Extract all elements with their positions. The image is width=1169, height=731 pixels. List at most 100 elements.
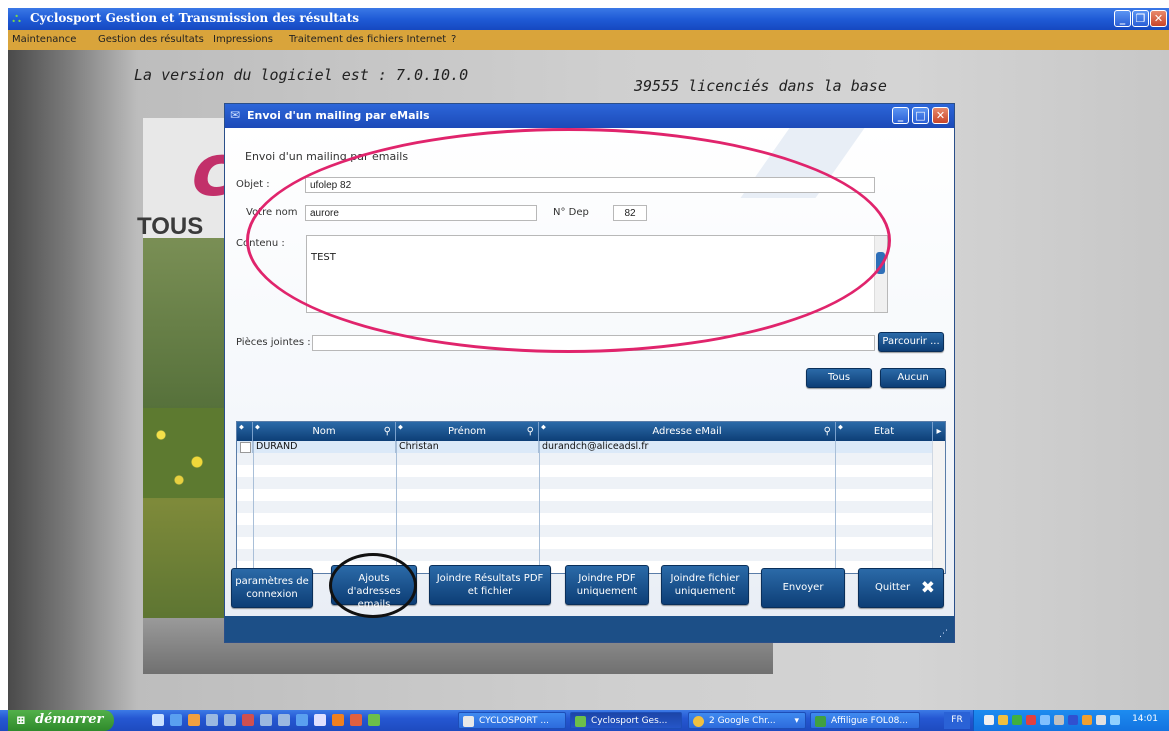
table-row-empty	[237, 465, 937, 477]
menu-maintenance[interactable]: Maintenance	[12, 34, 76, 45]
table-row-empty	[237, 537, 937, 549]
btn-line: connexion	[246, 589, 298, 600]
network-icon[interactable]	[1040, 715, 1050, 725]
cyclist-icon[interactable]	[368, 714, 380, 726]
cell-nom: DURAND	[253, 441, 396, 453]
btn-line: Joindre PDF	[578, 573, 636, 584]
table-row-empty	[237, 549, 937, 561]
resize-grip-icon[interactable]: ⋰	[939, 629, 948, 639]
dialog-titlebar: ✉ Envoi d'un mailing par eMails _ □ ✕	[225, 104, 954, 128]
quicklaunch-icon[interactable]	[260, 714, 272, 726]
quicklaunch-icon[interactable]	[224, 714, 236, 726]
quicklaunch-icon[interactable]	[206, 714, 218, 726]
parcourir-button[interactable]: Parcourir ...	[878, 332, 944, 352]
menu-gestion-resultats[interactable]: Gestion des résultats	[98, 34, 204, 45]
row-checkbox[interactable]	[237, 441, 253, 453]
background-word: TOUS	[137, 213, 204, 240]
btn-line: Joindre Résultats PDF	[436, 573, 544, 584]
table-row-empty	[237, 477, 937, 489]
tray-icon[interactable]	[1012, 715, 1022, 725]
col-divider	[253, 441, 254, 573]
btn-line: Joindre fichier	[670, 573, 740, 584]
table-row-empty	[237, 513, 937, 525]
col-divider	[539, 441, 540, 573]
wifi-icon[interactable]	[1110, 715, 1120, 725]
header-prenom[interactable]: ⬥ Prénom ⚲	[396, 422, 539, 441]
quicklaunch-icon[interactable]	[350, 714, 362, 726]
btn-line: et fichier	[467, 586, 513, 597]
table-scrollbar[interactable]	[932, 441, 945, 573]
cyclist-icon	[575, 716, 586, 727]
quicklaunch-icon[interactable]	[152, 714, 164, 726]
tray-icon[interactable]	[1082, 715, 1092, 725]
joindre-pdf-button[interactable]: Joindre PDF uniquement	[565, 565, 649, 605]
quicklaunch-icon[interactable]	[314, 714, 326, 726]
col-divider	[835, 441, 836, 573]
tray-icon[interactable]	[1054, 715, 1064, 725]
shield-icon[interactable]	[998, 715, 1008, 725]
ie-icon[interactable]	[170, 714, 182, 726]
dialog-minimize-icon[interactable]: _	[892, 107, 909, 124]
table-row-empty	[237, 453, 937, 465]
close-icon[interactable]: ✕	[1150, 10, 1167, 27]
quitter-label: Quitter	[875, 582, 911, 593]
header-email[interactable]: ⬥ Adresse eMail ⚲	[539, 422, 836, 441]
close-x-icon: ✖	[920, 578, 935, 598]
task-label: 2 Google Chr...	[709, 716, 776, 726]
quitter-button[interactable]: Quitter ✖	[858, 568, 944, 608]
aucun-button[interactable]: Aucun	[880, 368, 946, 388]
table-header: ⬥ ⬥ Nom ⚲ ⬥ Prénom ⚲ ⬥ Adresse eMail ⚲ ⬥ Etat ▸	[237, 422, 945, 441]
restore-icon[interactable]: ❐	[1132, 10, 1149, 27]
tray-icon[interactable]	[984, 715, 994, 725]
volume-icon[interactable]	[1096, 715, 1106, 725]
quicklaunch-icon[interactable]	[296, 714, 308, 726]
header-scroll-right-icon[interactable]: ▸	[933, 422, 945, 441]
annotation-ellipse-pink	[246, 128, 891, 353]
tous-button[interactable]: Tous	[806, 368, 872, 388]
table-row-empty	[237, 525, 937, 537]
quicklaunch-icon[interactable]	[242, 714, 254, 726]
task-google-chrome[interactable]: 2 Google Chr... ▾	[688, 712, 806, 729]
windows-logo-icon: ⊞	[16, 713, 27, 727]
menu-traitement-fichiers[interactable]: Traitement des fichiers Internet	[289, 34, 446, 45]
search-icon[interactable]: ⚲	[527, 422, 534, 441]
header-nom[interactable]: ⬥ Nom ⚲	[253, 422, 396, 441]
app-titlebar: ⛬ Cyclosport Gestion et Transmission des…	[8, 8, 1169, 30]
btn-line: uniquement	[576, 586, 638, 597]
table-row[interactable]: DURAND Christan durandch@aliceadsl.fr	[237, 441, 937, 453]
licencies-count-text: 39555 licenciés dans la base	[634, 77, 887, 95]
dialog-close-icon[interactable]: ✕	[932, 107, 949, 124]
vlc-icon[interactable]	[332, 714, 344, 726]
minimize-icon[interactable]: _	[1114, 10, 1131, 27]
search-icon[interactable]: ⚲	[824, 422, 831, 441]
clock: 14:01	[1132, 714, 1158, 724]
chrome-icon	[693, 716, 704, 727]
firefox-icon[interactable]	[188, 714, 200, 726]
language-indicator[interactable]: FR	[944, 712, 970, 729]
dialog-maximize-icon[interactable]: □	[912, 107, 929, 124]
envoyer-button[interactable]: Envoyer	[761, 568, 845, 608]
task-affiligue[interactable]: Affiligue FOL08...	[810, 712, 920, 729]
quicklaunch-icon[interactable]	[278, 714, 290, 726]
joindre-fichier-button[interactable]: Joindre fichier uniquement	[661, 565, 749, 605]
table-row-empty	[237, 489, 937, 501]
header-etat[interactable]: ⬥ Etat	[836, 422, 933, 441]
start-label: démarrer	[35, 712, 104, 727]
task-label: CYCLOSPORT ...	[479, 716, 549, 726]
menu-impressions[interactable]: Impressions	[213, 34, 273, 45]
menu-help[interactable]: ?	[451, 34, 456, 45]
bluetooth-icon[interactable]	[1068, 715, 1078, 725]
start-button[interactable]: ⊞ démarrer	[8, 710, 114, 731]
tray-icon[interactable]	[1026, 715, 1036, 725]
task-cyclosport-doc[interactable]: CYCLOSPORT ...	[458, 712, 566, 729]
document-icon	[463, 716, 474, 727]
pieces-jointes-label: Pièces jointes :	[236, 337, 311, 348]
system-tray: 14:01	[973, 710, 1169, 731]
parametres-connexion-button[interactable]: paramètres de connexion	[231, 568, 313, 608]
dialog-title: Envoi d'un mailing par eMails	[247, 109, 430, 122]
cell-etat	[836, 441, 933, 453]
task-cyclosport-app[interactable]: Cyclosport Ges...	[570, 712, 682, 729]
search-icon[interactable]: ⚲	[384, 422, 391, 441]
joindre-resultats-button[interactable]: Joindre Résultats PDF et fichier	[429, 565, 551, 605]
header-checkbox-col[interactable]: ⬥	[237, 422, 253, 441]
